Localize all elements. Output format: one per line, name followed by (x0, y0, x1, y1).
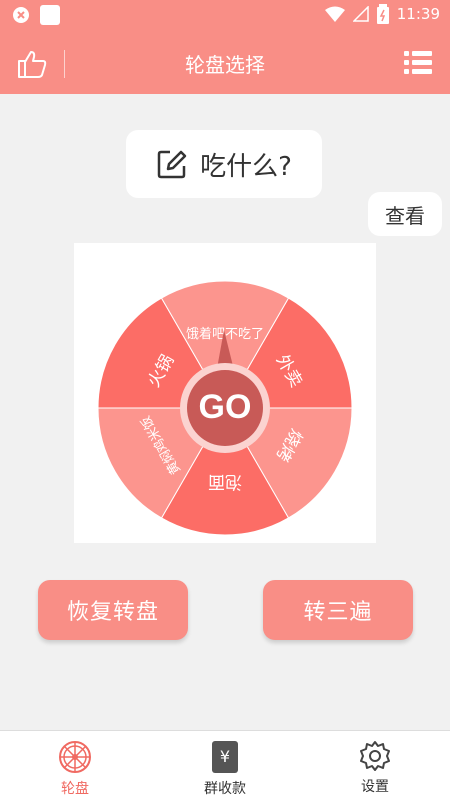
spin-three-times-button[interactable]: 转三遍 (263, 580, 413, 640)
wifi-icon (324, 6, 345, 22)
edit-icon[interactable] (156, 148, 188, 180)
question-card[interactable]: 吃什么? (126, 130, 322, 198)
app-notification-icon (40, 5, 60, 25)
wheel-icon (59, 741, 91, 773)
notification-close-icon (13, 7, 29, 23)
battery-icon (376, 4, 389, 24)
wheel-segment-label: 泡面 (208, 472, 242, 492)
view-button[interactable]: 查看 (368, 192, 442, 236)
yuan-icon: ¥ (212, 741, 238, 773)
status-bar: 11:39 (0, 0, 450, 30)
bottom-nav: 轮盘 ¥ 群收款 设置 (0, 730, 450, 800)
nav-item-wheel[interactable]: 轮盘 (0, 731, 150, 800)
go-button-label[interactable]: GO (199, 388, 252, 426)
svg-text:¥: ¥ (220, 747, 230, 766)
signal-icon (352, 6, 369, 22)
list-menu-icon[interactable] (404, 49, 432, 77)
page-title: 轮盘选择 (185, 53, 265, 77)
nav-label-group-collect: 群收款 (204, 781, 246, 797)
nav-item-group-collect[interactable]: ¥ 群收款 (150, 731, 300, 800)
nav-label-wheel: 轮盘 (61, 781, 89, 797)
roulette-wheel[interactable]: 外卖烧烤泡面黄焖鸡米饭火锅饿着吧不吃了GO (74, 243, 376, 543)
wheel-panel: 外卖烧烤泡面黄焖鸡米饭火锅饿着吧不吃了GO (74, 243, 376, 543)
app-bar: 轮盘选择 (0, 30, 450, 94)
question-text: 吃什么? (200, 151, 292, 182)
gear-icon (360, 741, 390, 771)
nav-label-settings: 设置 (361, 779, 389, 795)
status-time: 11:39 (396, 5, 440, 23)
nav-item-settings[interactable]: 设置 (300, 731, 450, 800)
restore-wheel-button[interactable]: 恢复转盘 (38, 580, 188, 640)
